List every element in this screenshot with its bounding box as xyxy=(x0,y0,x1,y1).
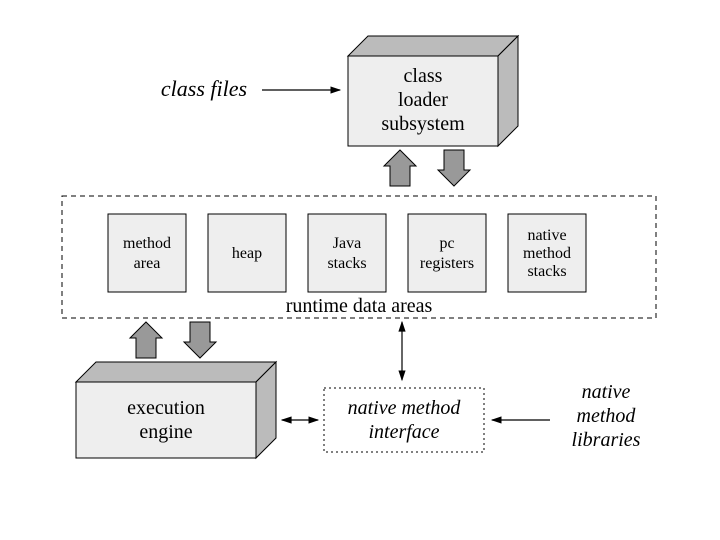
nmi-label-1: native method xyxy=(348,397,462,419)
native-stacks-label-3: stacks xyxy=(527,263,566,280)
class-loader-label-1: class xyxy=(404,65,443,87)
native-stacks-label-1: native xyxy=(527,227,566,244)
native-method-libraries-label: native method libraries xyxy=(572,381,641,451)
pc-registers-box: pc registers xyxy=(408,214,486,292)
execution-engine-box: execution engine xyxy=(76,362,276,458)
heap-box: heap xyxy=(208,214,286,292)
java-stacks-label-2: stacks xyxy=(327,255,366,272)
native-libs-label-2: method xyxy=(577,405,637,427)
method-area-box: method area xyxy=(108,214,186,292)
execution-engine-label-2: engine xyxy=(139,421,192,443)
arrow-up-loader xyxy=(384,150,416,186)
class-loader-label-2: loader xyxy=(398,89,448,111)
java-stacks-box: Java stacks xyxy=(308,214,386,292)
class-files-label: class files xyxy=(161,76,247,101)
native-libs-label-3: libraries xyxy=(572,429,641,451)
native-method-interface-box: native method interface xyxy=(324,388,484,452)
native-method-stacks-box: native method stacks xyxy=(508,214,586,292)
pc-registers-label-1: pc xyxy=(439,235,454,252)
class-loader-label-3: subsystem xyxy=(381,113,465,135)
execution-engine-label-1: execution xyxy=(127,397,205,419)
class-loader-box: class loader subsystem xyxy=(348,36,518,146)
nmi-label-2: interface xyxy=(368,421,439,443)
arrow-down-loader xyxy=(438,150,470,186)
method-area-label-2: area xyxy=(134,255,161,272)
heap-label: heap xyxy=(232,245,262,262)
arrow-up-exec xyxy=(130,322,162,358)
java-stacks-label-1: Java xyxy=(333,235,361,252)
pc-registers-label-2: registers xyxy=(420,255,474,272)
native-libs-label-1: native xyxy=(582,381,631,403)
runtime-data-areas-label: runtime data areas xyxy=(286,295,433,317)
method-area-label-1: method xyxy=(123,235,171,252)
native-stacks-label-2: method xyxy=(523,245,571,262)
arrow-down-exec xyxy=(184,322,216,358)
